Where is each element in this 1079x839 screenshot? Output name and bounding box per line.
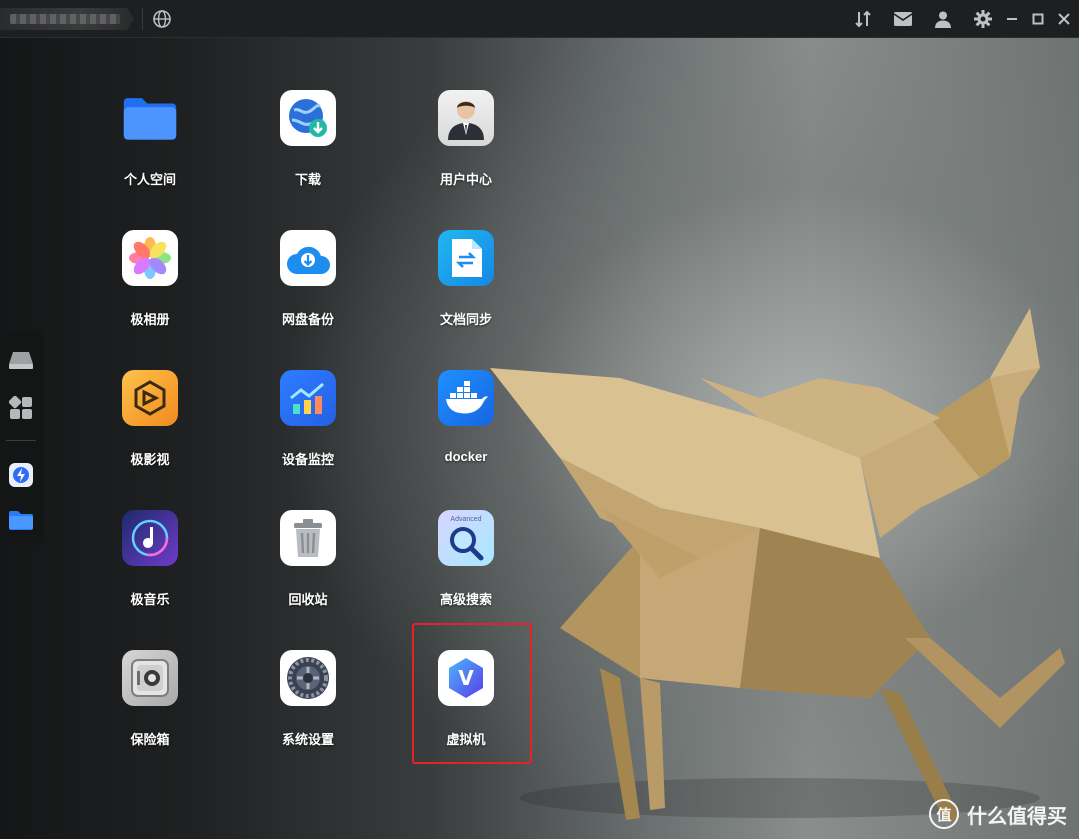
watermark-text: 什么值得买 (967, 805, 1067, 828)
docker-icon (438, 370, 494, 426)
globe-icon[interactable] (152, 9, 172, 29)
app-label: 个人空间 (123, 172, 176, 187)
app-recycle-bin[interactable]: 回收站 (248, 510, 368, 628)
app-label: 极音乐 (130, 592, 170, 607)
app-label: 高级搜索 (439, 592, 492, 607)
app-music[interactable]: 极音乐 (90, 510, 210, 628)
watermark: 值 什么值得买 (929, 799, 1067, 829)
top-bar (0, 0, 1079, 38)
app-label: 用户中心 (439, 172, 492, 187)
app-label: 极相册 (130, 312, 170, 327)
system-settings-icon (280, 650, 336, 706)
app-label: 设备监控 (281, 452, 334, 467)
app-label: 系统设置 (281, 732, 334, 747)
app-device-monitor[interactable]: 设备监控 (248, 370, 368, 488)
doc-sync-icon (438, 230, 494, 286)
app-safe[interactable]: 保险箱 (90, 650, 210, 768)
left-dock (0, 330, 43, 545)
music-icon (122, 510, 178, 566)
user-icon[interactable] (933, 9, 953, 29)
app-cloud-backup[interactable]: 网盘备份 (248, 230, 368, 348)
topbar-divider (142, 8, 143, 30)
app-label: 回收站 (288, 592, 328, 607)
trash-icon (280, 510, 336, 566)
folder-icon[interactable] (7, 506, 35, 534)
close-icon[interactable] (1057, 12, 1071, 26)
app-label: 文档同步 (439, 312, 492, 327)
mail-icon[interactable] (893, 9, 913, 29)
photos-icon (122, 230, 178, 286)
apps-grid-icon[interactable] (7, 394, 35, 422)
watermark-badge: 值 (929, 799, 959, 829)
app-label: 下载 (294, 172, 321, 187)
gear-icon[interactable] (973, 9, 993, 29)
app-advanced-search[interactable]: Advanced 高级搜索 (406, 510, 526, 628)
app-user-center[interactable]: 用户中心 (406, 90, 526, 208)
dock-separator (6, 440, 36, 441)
blurred-title (10, 14, 120, 24)
app-photos[interactable]: 极相册 (90, 230, 210, 348)
app-label: 保险箱 (130, 732, 170, 747)
monitor-chart-icon (280, 370, 336, 426)
safe-icon (122, 650, 178, 706)
minimize-icon[interactable] (1005, 12, 1019, 26)
download-globe-icon (280, 90, 336, 146)
app-label: docker (444, 449, 488, 464)
app-video[interactable]: 极影视 (90, 370, 210, 488)
advanced-search-icon: Advanced (438, 510, 494, 566)
app-docker[interactable]: docker (406, 370, 526, 488)
app-personal-space[interactable]: 个人空间 (90, 90, 210, 208)
drive-icon[interactable] (7, 346, 35, 374)
cloud-backup-icon (280, 230, 336, 286)
user-center-icon (438, 90, 494, 146)
folder-icon (122, 90, 178, 146)
highlight-annotation-box (412, 623, 532, 764)
advanced-badge-text: Advanced (450, 515, 482, 523)
app-doc-sync[interactable]: 文档同步 (406, 230, 526, 348)
maximize-icon[interactable] (1031, 12, 1045, 26)
window-title-tab[interactable] (0, 8, 134, 30)
app-label: 极影视 (130, 452, 170, 467)
speed-app-icon[interactable] (7, 461, 35, 489)
video-icon (122, 370, 178, 426)
transfer-icon[interactable] (853, 9, 873, 29)
app-download[interactable]: 下载 (248, 90, 368, 208)
app-label: 网盘备份 (281, 312, 334, 327)
app-system-settings[interactable]: 系统设置 (248, 650, 368, 768)
